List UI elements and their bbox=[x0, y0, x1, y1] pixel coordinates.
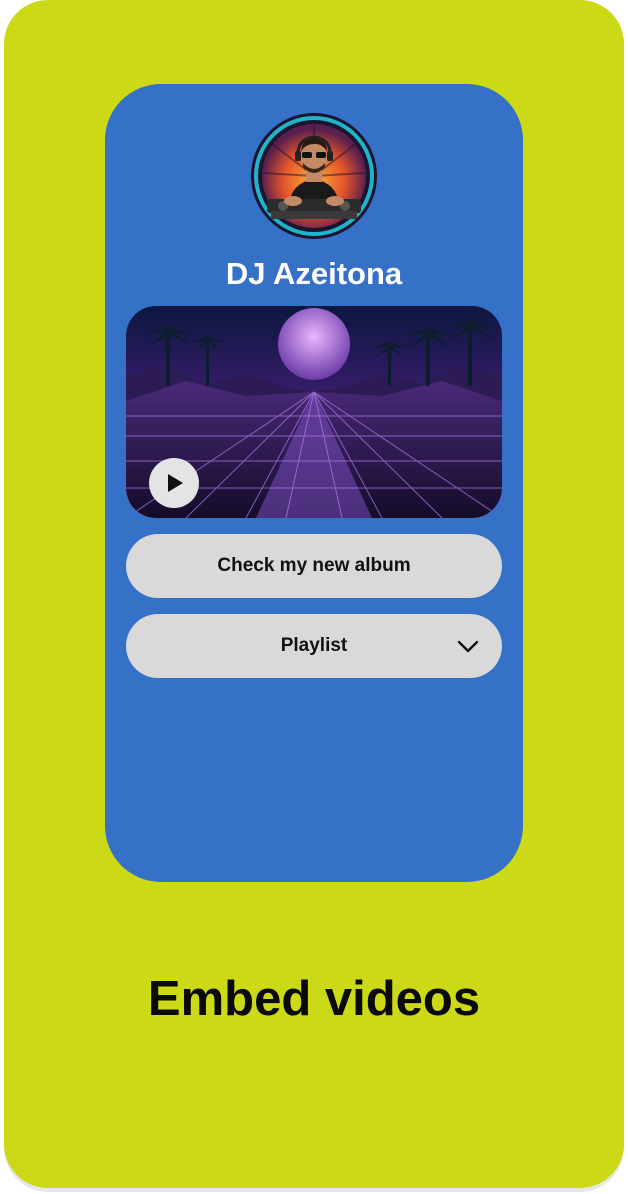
album-link-label: Check my new album bbox=[217, 555, 411, 576]
promo-card: DJ Azeitona Check my new album Playlist … bbox=[4, 0, 624, 1188]
avatar bbox=[251, 113, 377, 239]
profile-preview-phone: DJ Azeitona Check my new album Playlist bbox=[105, 84, 523, 882]
playlist-dropdown[interactable]: Playlist bbox=[126, 614, 502, 678]
feature-caption: Embed videos bbox=[147, 972, 481, 1026]
play-button[interactable] bbox=[149, 458, 199, 508]
profile-name: DJ Azeitona bbox=[225, 256, 403, 291]
album-link-button[interactable]: Check my new album bbox=[126, 534, 502, 598]
chevron-down-icon bbox=[457, 640, 479, 653]
playlist-label: Playlist bbox=[280, 635, 348, 656]
play-icon bbox=[168, 474, 183, 492]
video-embed[interactable] bbox=[126, 306, 502, 518]
dj-portrait-icon bbox=[251, 113, 377, 239]
